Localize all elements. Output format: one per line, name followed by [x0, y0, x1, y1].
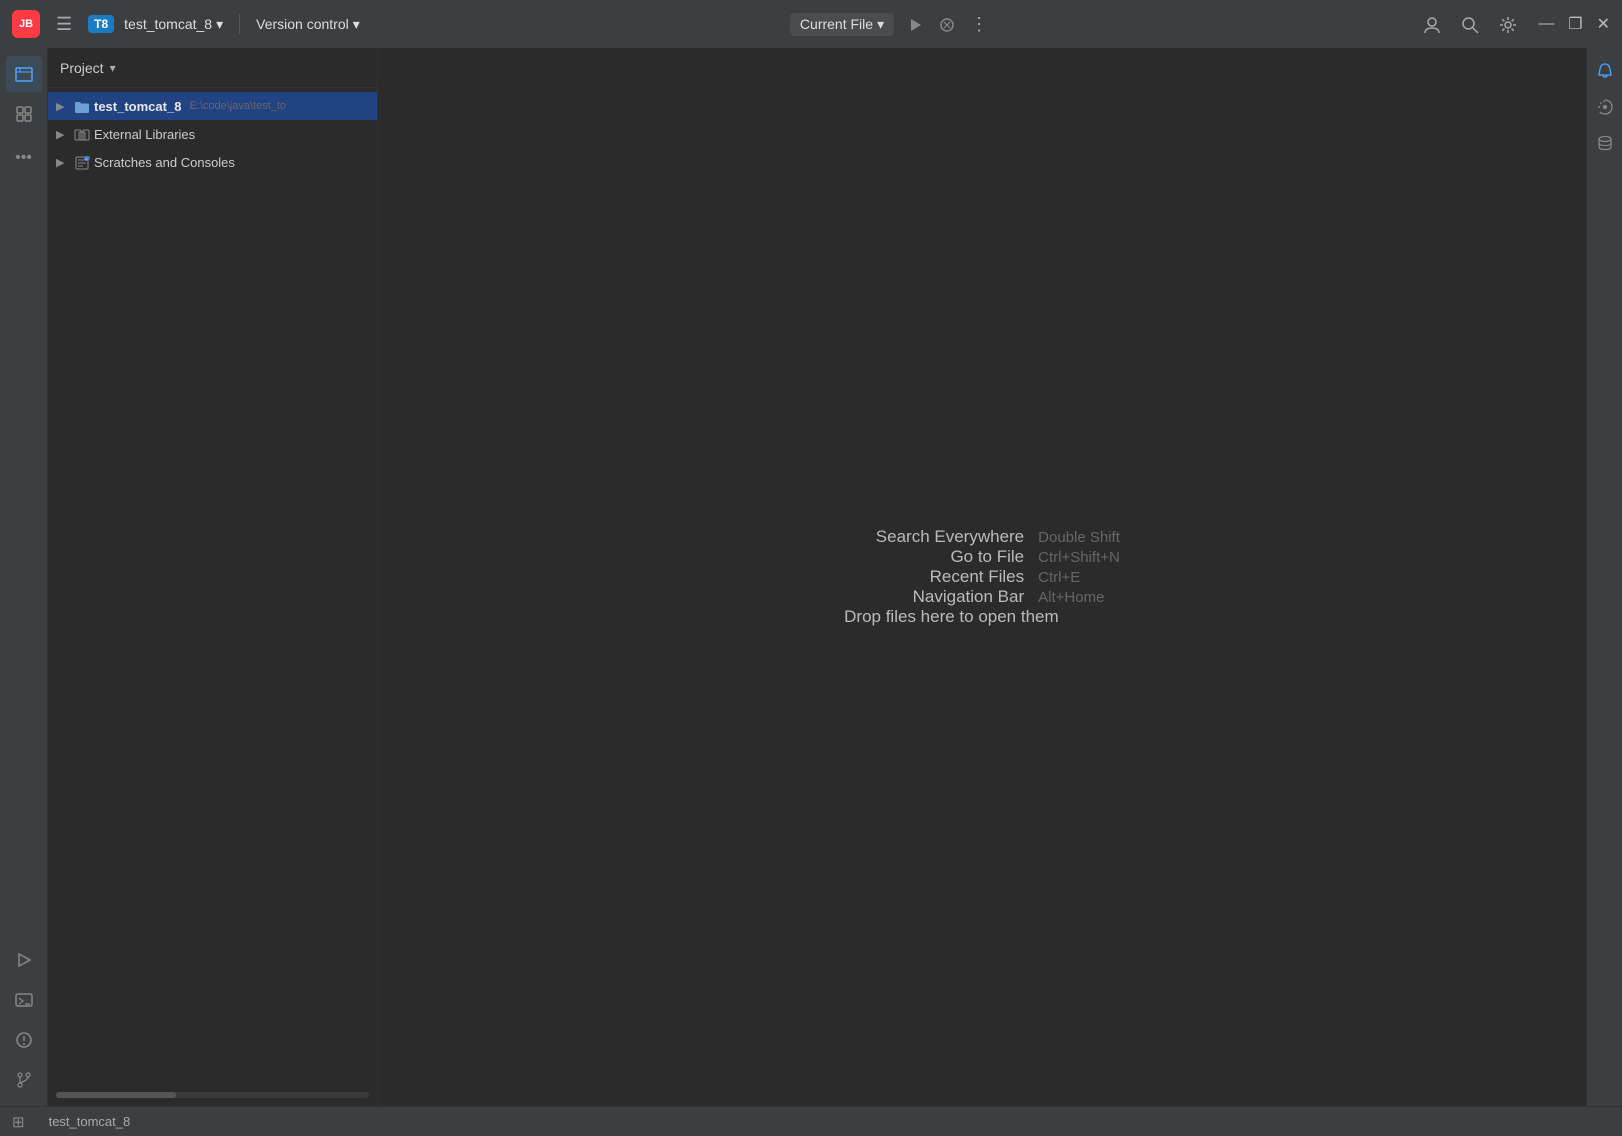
plugins-icon[interactable] — [6, 96, 42, 132]
left-icon-strip: ••• — [0, 48, 48, 1106]
folder-icon — [74, 98, 90, 114]
minimize-button[interactable]: — — [1538, 15, 1554, 33]
expand-arrow: ▶ — [56, 100, 70, 113]
status-build-icon[interactable]: ⊞ — [12, 1113, 25, 1131]
sidebar-header: Project ▾ — [48, 48, 377, 88]
current-file-dropdown[interactable]: Current File ▾ — [790, 13, 894, 36]
tree-item-external-libraries[interactable]: ▶ External Libraries — [48, 120, 377, 148]
status-bar-icons: ⊞ test_tomcat_8 — [12, 1113, 130, 1131]
expand-arrow: ▶ — [56, 156, 70, 169]
sidebar-dropdown-icon[interactable]: ▾ — [110, 61, 116, 75]
content-area: Search Everywhere Double Shift Go to File C… — [378, 48, 1586, 1106]
version-control-dropdown[interactable]: Version control ▾ — [256, 16, 360, 33]
ai-assistant-icon[interactable] — [1592, 92, 1618, 120]
close-button[interactable]: ✕ — [1597, 14, 1610, 34]
terminal-icon[interactable] — [6, 982, 42, 1018]
hints-container: Search Everywhere Double Shift Go to File C… — [844, 527, 1120, 627]
status-project-name[interactable]: test_tomcat_8 — [49, 1114, 131, 1129]
hamburger-menu-button[interactable]: ☰ — [50, 10, 78, 39]
tree-item-root[interactable]: ▶ test_tomcat_8 E:\code\java\test_to — [48, 92, 377, 120]
profile-icon[interactable] — [1420, 11, 1444, 36]
hint-action[interactable]: Navigation Bar — [844, 587, 1024, 607]
sidebar-scrollbar-track — [48, 1086, 377, 1106]
project-name-dropdown[interactable]: test_tomcat_8 ▾ — [124, 16, 223, 33]
titlebar-center: Current File ▾ ⋮ — [370, 12, 1410, 37]
main-layout: ••• — [0, 48, 1622, 1106]
sidebar-tree: ▶ test_tomcat_8 E:\code\java\test_to ▶ — [48, 88, 377, 1086]
hint-shortcut: Ctrl+E — [1038, 569, 1080, 586]
tree-item-scratches[interactable]: ▶ 0 Scratches and Consoles — [48, 148, 377, 176]
scratches-icon: 0 — [74, 154, 90, 170]
database-icon[interactable] — [1592, 128, 1618, 156]
external-libraries-label: External Libraries — [94, 127, 195, 142]
hint-action[interactable]: Recent Files — [844, 567, 1024, 587]
left-bottom-icons — [6, 942, 42, 1098]
window-controls: — ❐ ✕ — [1538, 14, 1610, 34]
titlebar: JB ☰ T8 test_tomcat_8 ▾ Version control … — [0, 0, 1622, 48]
root-folder-path: E:\code\java\test_to — [189, 100, 286, 112]
run-button[interactable] — [904, 12, 926, 37]
notifications-icon[interactable] — [1592, 56, 1618, 84]
titlebar-right-icons — [1420, 11, 1520, 36]
restore-button[interactable]: ❐ — [1568, 14, 1582, 34]
libraries-icon — [74, 126, 90, 142]
app-logo: JB — [12, 10, 40, 38]
sidebar-project-icon[interactable] — [6, 56, 42, 92]
hint-item: Navigation Bar Alt+Home — [844, 587, 1120, 607]
right-icon-strip — [1586, 48, 1622, 1106]
hint-item: Drop files here to open them — [844, 607, 1120, 627]
hint-action[interactable]: Search Everywhere — [844, 527, 1024, 547]
hint-shortcut: Alt+Home — [1038, 589, 1104, 606]
expand-arrow: ▶ — [56, 128, 70, 141]
more-tools-icon[interactable]: ••• — [6, 140, 42, 176]
hint-item: Recent Files Ctrl+E — [844, 567, 1120, 587]
git-icon[interactable] — [6, 1062, 42, 1098]
hint-item: Go to File Ctrl+Shift+N — [844, 547, 1120, 567]
hint-shortcut: Double Shift — [1038, 529, 1120, 546]
sidebar: Project ▾ ▶ test_tomcat_8 E:\code\java\t… — [48, 48, 378, 1106]
sidebar-title: Project — [60, 60, 104, 76]
scratches-label: Scratches and Consoles — [94, 155, 235, 170]
hint-action[interactable]: Go to File — [844, 547, 1024, 567]
root-folder-label: test_tomcat_8 — [94, 99, 181, 114]
search-icon[interactable] — [1458, 11, 1482, 36]
titlebar-separator — [239, 14, 240, 34]
hint-shortcut: Ctrl+Shift+N — [1038, 549, 1120, 566]
run-configurations-icon[interactable] — [6, 942, 42, 978]
status-bar: ⊞ test_tomcat_8 — [0, 1106, 1622, 1136]
settings-icon[interactable] — [1496, 11, 1520, 36]
hint-item: Search Everywhere Double Shift — [844, 527, 1120, 547]
problems-icon[interactable] — [6, 1022, 42, 1058]
debug-button[interactable] — [936, 12, 958, 37]
project-badge: T8 — [88, 15, 114, 33]
more-options-button[interactable]: ⋮ — [968, 12, 990, 37]
hint-action: Drop files here to open them — [844, 607, 1059, 627]
